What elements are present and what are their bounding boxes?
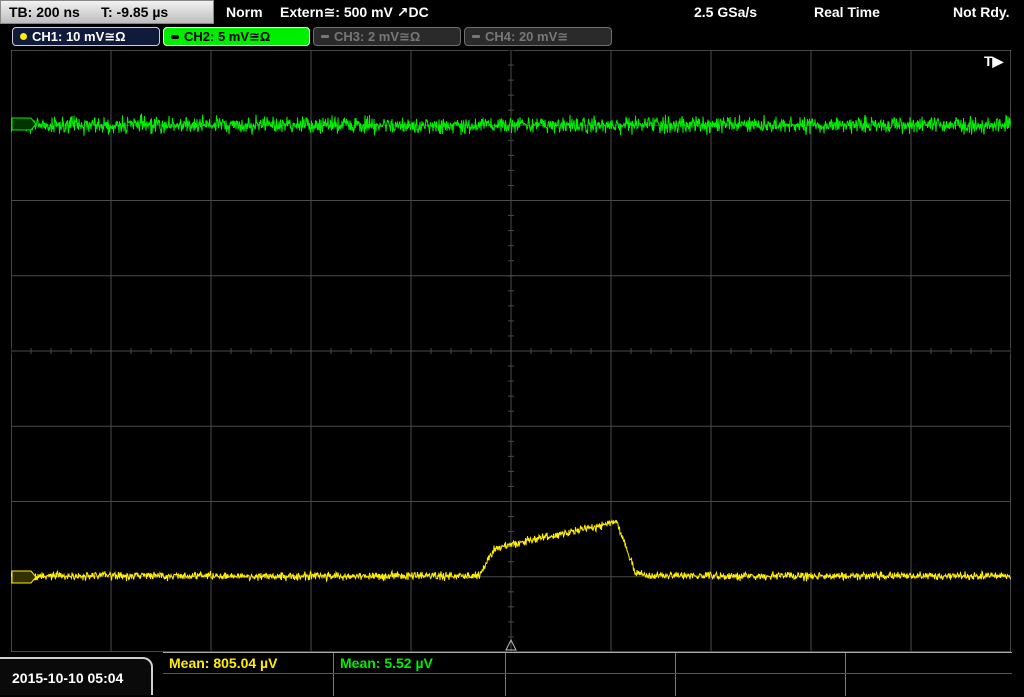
measurement-slot-5[interactable] bbox=[846, 653, 1012, 673]
measurement-slot-4[interactable] bbox=[676, 653, 846, 673]
status-bar: TB: 200 ns T: -9.85 µs Norm Extern≅: 500… bbox=[0, 0, 1024, 24]
ch1-ground-marker[interactable] bbox=[11, 570, 37, 584]
tab-ch3[interactable]: CH3: 2 mV≅Ω bbox=[313, 27, 461, 46]
ch2-mean-measurement[interactable]: Mean: 5.52 µV bbox=[334, 653, 506, 673]
measurement-slot-3[interactable] bbox=[506, 653, 676, 673]
trigger-mode[interactable]: Norm bbox=[226, 0, 263, 24]
trigger-time-value: T: -9.85 µs bbox=[101, 4, 169, 20]
measurement-panel: Mean: 805.04 µV Mean: 5.52 µV bbox=[163, 652, 1012, 696]
measurement-divider bbox=[163, 673, 1012, 674]
ch1-label: CH1: 10 mV≅Ω bbox=[32, 29, 126, 44]
ch1-indicator-icon bbox=[20, 33, 27, 40]
tab-ch4[interactable]: CH4: 20 mV≅ bbox=[464, 27, 612, 46]
trigger-marker[interactable]: T▶ bbox=[984, 53, 1005, 69]
ch2-indicator-icon bbox=[171, 35, 179, 39]
ch2-ground-marker[interactable] bbox=[11, 117, 37, 131]
measurement-slot-7[interactable] bbox=[334, 674, 506, 696]
measurement-slot-9[interactable] bbox=[676, 674, 846, 696]
acquisition-status: Not Rdy. bbox=[953, 4, 1010, 20]
measurement-slot-8[interactable] bbox=[506, 674, 676, 696]
acquisition-mode: Real Time bbox=[814, 4, 880, 20]
tab-ch2[interactable]: CH2: 5 mV≅Ω bbox=[163, 27, 310, 46]
ch4-indicator-icon bbox=[472, 35, 480, 38]
trigger-source[interactable]: Extern≅: 500 mV ↗DC bbox=[280, 0, 429, 24]
ch3-indicator-icon bbox=[321, 35, 329, 38]
measurement-slot-10[interactable] bbox=[846, 674, 1012, 696]
sample-rate: 2.5 GSa/s bbox=[694, 4, 758, 20]
ch4-label: CH4: 20 mV≅ bbox=[485, 29, 569, 44]
ch3-label: CH3: 2 mV≅Ω bbox=[334, 29, 421, 44]
timebase-box[interactable]: TB: 200 ns T: -9.85 µs bbox=[0, 0, 214, 24]
datetime-display: 2015-10-10 05:04 bbox=[0, 657, 153, 695]
waveform-display[interactable]: T▶ bbox=[11, 50, 1011, 652]
tab-ch1[interactable]: CH1: 10 mV≅Ω bbox=[12, 27, 160, 46]
timebase-value: TB: 200 ns bbox=[9, 4, 80, 20]
ch2-label: CH2: 5 mV≅Ω bbox=[184, 29, 271, 44]
measurement-slot-6[interactable] bbox=[163, 674, 334, 696]
ch1-mean-measurement[interactable]: Mean: 805.04 µV bbox=[163, 653, 334, 673]
